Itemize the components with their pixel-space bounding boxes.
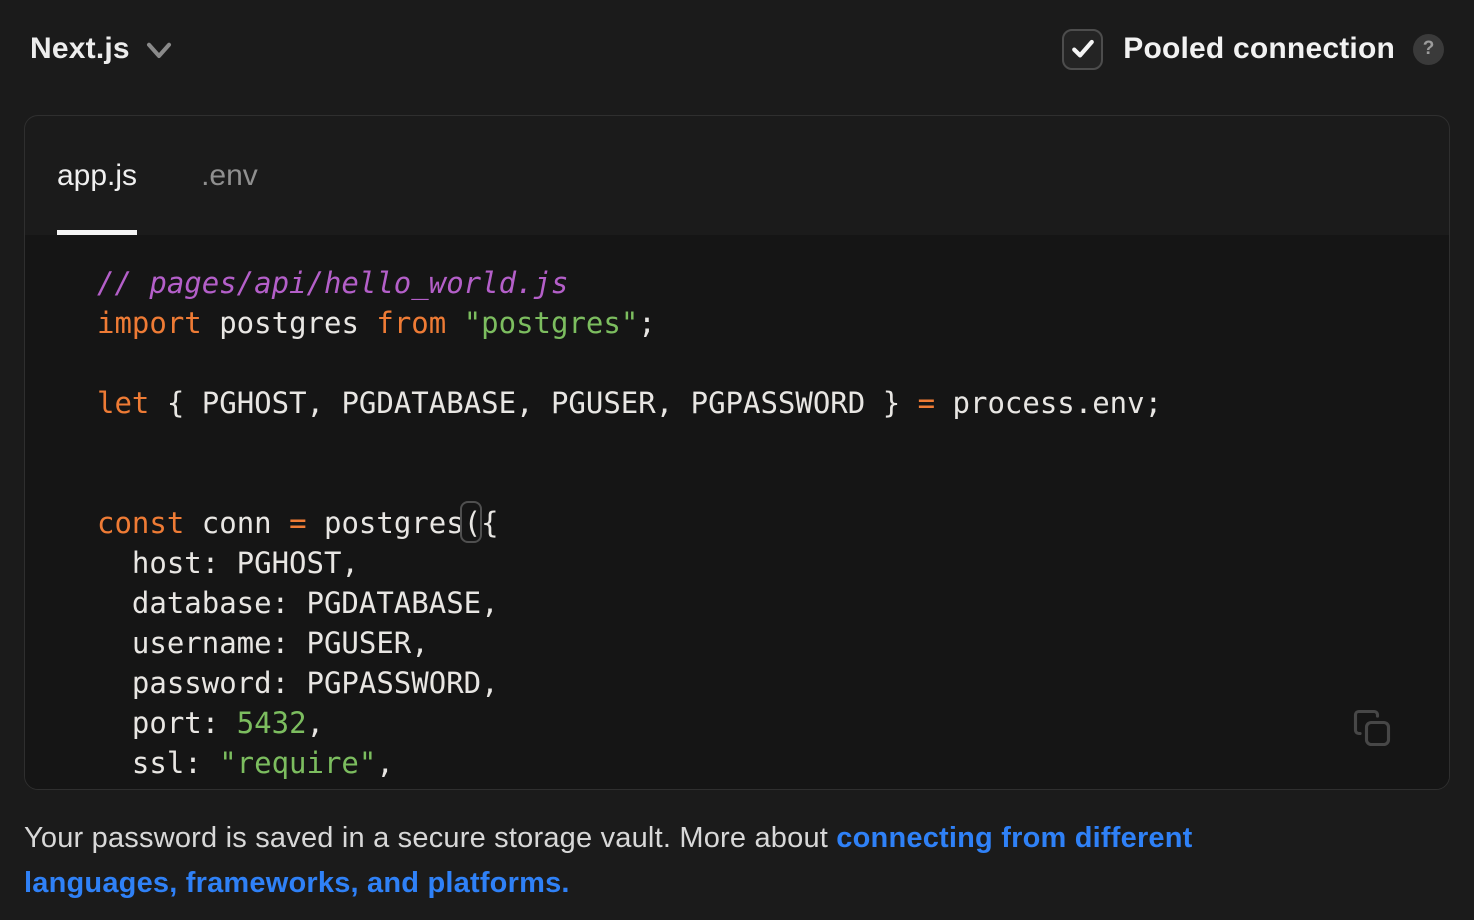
password-vault-note: Your password is saved in a secure stora… xyxy=(24,816,1354,906)
note-text: Your password is saved in a secure stora… xyxy=(24,822,836,854)
code-line: username: PGUSER, xyxy=(97,623,1425,663)
code-line xyxy=(97,463,1425,503)
code-line: database: PGDATABASE, xyxy=(97,583,1425,623)
code-editor: // pages/api/hello_world.jsimport postgr… xyxy=(25,235,1449,789)
code-line xyxy=(97,423,1425,463)
code-line: port: 5432, xyxy=(97,703,1425,743)
code-line: host: PGHOST, xyxy=(97,543,1425,583)
copy-icon xyxy=(1350,706,1394,750)
help-icon[interactable]: ? xyxy=(1413,34,1444,65)
tab-bar: app.js .env xyxy=(25,116,1449,235)
pooled-connection-label: Pooled connection xyxy=(1123,32,1395,66)
framework-selector-label: Next.js xyxy=(30,32,130,66)
code-line: ssl: "require", xyxy=(97,743,1425,783)
chevron-down-icon xyxy=(144,40,174,62)
code-line: // pages/api/hello_world.js xyxy=(97,263,1425,303)
pooled-connection-checkbox[interactable] xyxy=(1062,29,1103,70)
code-content: // pages/api/hello_world.jsimport postgr… xyxy=(25,235,1449,783)
code-line xyxy=(97,343,1425,383)
pooled-connection-toggle: Pooled connection ? xyxy=(1062,29,1444,70)
code-line: import postgres from "postgres"; xyxy=(97,303,1425,343)
checkmark-icon xyxy=(1069,35,1097,63)
header-bar: Next.js Pooled connection ? xyxy=(0,0,1474,72)
tab-app-js[interactable]: app.js xyxy=(57,116,137,235)
tab-env[interactable]: .env xyxy=(201,116,258,235)
code-line: password: PGPASSWORD, xyxy=(97,663,1425,703)
code-snippet-card: app.js .env // pages/api/hello_world.jsi… xyxy=(24,115,1450,790)
connection-details-panel: Next.js Pooled connection ? app.js .env … xyxy=(0,0,1474,906)
copy-button[interactable] xyxy=(1349,705,1395,751)
code-line: const conn = postgres({ xyxy=(97,503,1425,543)
code-line: let { PGHOST, PGDATABASE, PGUSER, PGPASS… xyxy=(97,383,1425,423)
framework-selector[interactable]: Next.js xyxy=(30,32,174,66)
